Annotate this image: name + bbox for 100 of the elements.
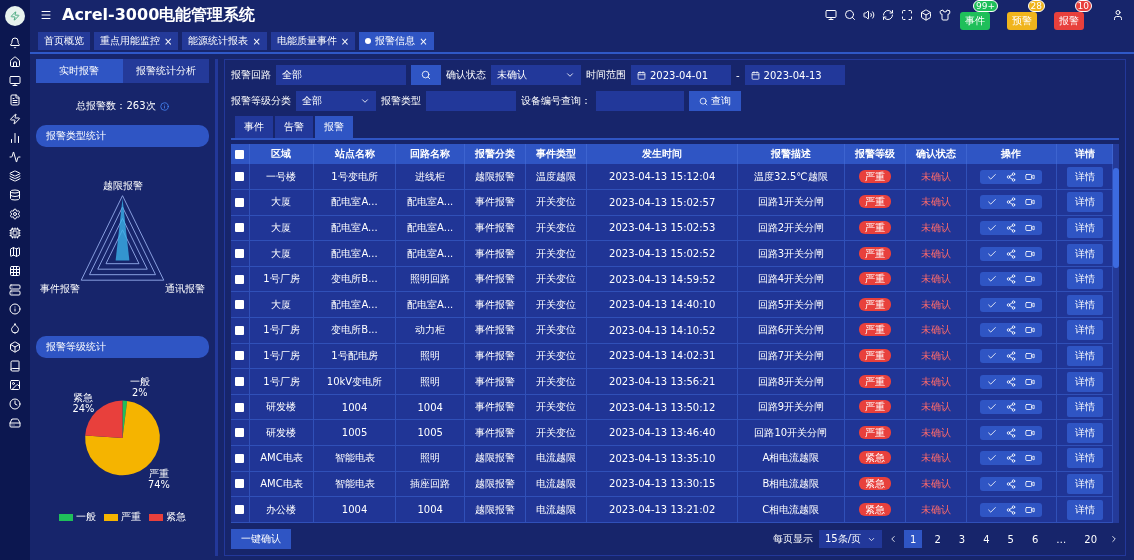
share-icon[interactable] xyxy=(1006,376,1017,387)
nav-icon[interactable] xyxy=(9,189,21,201)
refresh-icon[interactable] xyxy=(882,9,894,21)
nav-icon[interactable] xyxy=(9,284,21,296)
shirt-icon[interactable] xyxy=(939,9,951,21)
confirm-select[interactable]: 未确认 xyxy=(491,65,581,85)
panel-tab[interactable]: 实时报警 xyxy=(36,59,123,83)
check-icon[interactable] xyxy=(987,504,998,515)
page-button[interactable]: 4 xyxy=(977,530,996,548)
check-icon[interactable] xyxy=(987,427,998,438)
share-icon[interactable] xyxy=(1006,427,1017,438)
date-field[interactable]: 2023-04-01 xyxy=(631,65,731,85)
video-icon[interactable] xyxy=(1025,171,1036,182)
filter-tab[interactable]: 报警 xyxy=(315,116,353,138)
nav-icon[interactable] xyxy=(9,417,21,429)
share-icon[interactable] xyxy=(1006,453,1017,464)
video-icon[interactable] xyxy=(1025,248,1036,259)
page-button[interactable]: 2 xyxy=(928,530,947,548)
scrollbar[interactable] xyxy=(1113,144,1119,523)
detail-button[interactable]: 详情 xyxy=(1066,448,1103,469)
share-icon[interactable] xyxy=(1006,223,1017,233)
video-icon[interactable] xyxy=(1025,274,1036,285)
video-icon[interactable] xyxy=(1025,197,1036,208)
search-button[interactable] xyxy=(411,65,441,85)
nav-icon[interactable] xyxy=(9,151,21,163)
confirm-all-button[interactable]: 一键确认 xyxy=(231,529,291,549)
page-tab[interactable]: 重点用能监控 × xyxy=(94,32,179,50)
check-icon[interactable] xyxy=(987,171,998,182)
row-checkbox[interactable] xyxy=(235,274,245,284)
detail-button[interactable]: 详情 xyxy=(1066,269,1103,290)
page-size-select[interactable]: 15条/页 xyxy=(818,530,882,548)
video-icon[interactable] xyxy=(1025,478,1036,489)
page-button[interactable]: 6 xyxy=(1025,530,1045,548)
row-checkbox[interactable] xyxy=(235,351,245,361)
share-icon[interactable] xyxy=(1006,504,1017,515)
video-icon[interactable] xyxy=(1025,402,1036,413)
video-icon[interactable] xyxy=(1025,376,1036,387)
nav-icon[interactable] xyxy=(9,94,21,106)
cube-icon[interactable] xyxy=(920,9,932,21)
detail-button[interactable]: 详情 xyxy=(1066,243,1103,264)
row-checkbox[interactable] xyxy=(235,377,245,387)
nav-icon[interactable] xyxy=(9,113,21,125)
video-icon[interactable] xyxy=(1025,299,1036,310)
video-icon[interactable] xyxy=(1025,504,1036,515)
row-checkbox[interactable] xyxy=(235,197,245,207)
video-icon[interactable] xyxy=(1025,427,1036,438)
filter-tab[interactable]: 事件 xyxy=(235,116,273,138)
detail-button[interactable]: 详情 xyxy=(1066,294,1103,315)
nav-icon[interactable] xyxy=(9,37,21,49)
date-field[interactable]: 2023-04-13 xyxy=(744,65,845,85)
page-button[interactable]: 20 xyxy=(1078,530,1103,548)
screen-icon[interactable] xyxy=(825,9,837,21)
row-checkbox[interactable] xyxy=(235,428,245,438)
row-checkbox[interactable] xyxy=(235,505,245,515)
row-checkbox[interactable] xyxy=(235,249,245,259)
row-checkbox[interactable] xyxy=(235,325,245,335)
row-checkbox[interactable] xyxy=(235,172,245,182)
video-icon[interactable] xyxy=(1025,223,1036,233)
detail-button[interactable]: 详情 xyxy=(1066,422,1103,443)
type-field[interactable] xyxy=(426,91,516,111)
nav-icon[interactable] xyxy=(9,265,21,277)
alert-badge[interactable]: 报警 xyxy=(1054,11,1084,30)
page-tab[interactable]: 能源统计报表 × xyxy=(182,32,267,50)
check-icon[interactable] xyxy=(987,248,998,259)
next-page-icon[interactable] xyxy=(1109,534,1119,544)
check-icon[interactable] xyxy=(987,299,998,310)
detail-button[interactable]: 详情 xyxy=(1066,473,1103,494)
nav-icon[interactable] xyxy=(9,170,21,182)
page-button[interactable]: 3 xyxy=(952,530,972,548)
nav-icon[interactable] xyxy=(9,322,21,334)
share-icon[interactable] xyxy=(1006,299,1017,310)
page-button[interactable]: 1 xyxy=(904,530,923,548)
speaker-icon[interactable] xyxy=(863,9,875,21)
nav-icon[interactable] xyxy=(9,303,21,315)
page-tab[interactable]: 报警信息 × xyxy=(359,32,434,50)
previous-page-icon[interactable] xyxy=(888,534,898,544)
nav-icon[interactable] xyxy=(9,56,21,68)
video-icon[interactable] xyxy=(1025,325,1036,336)
check-icon[interactable] xyxy=(987,453,998,464)
share-icon[interactable] xyxy=(1006,248,1017,259)
user-icon[interactable] xyxy=(1112,9,1124,21)
info-icon[interactable] xyxy=(159,101,169,111)
check-icon[interactable] xyxy=(987,376,998,387)
select-all-checkbox[interactable] xyxy=(235,149,245,159)
search-icon[interactable] xyxy=(844,9,856,21)
nav-icon[interactable] xyxy=(9,246,21,258)
check-icon[interactable] xyxy=(987,274,998,285)
detail-button[interactable]: 详情 xyxy=(1066,166,1103,187)
filter-tab[interactable]: 告警 xyxy=(275,116,313,138)
nav-icon[interactable] xyxy=(9,75,21,87)
video-icon[interactable] xyxy=(1025,453,1036,464)
nav-icon[interactable] xyxy=(9,227,21,239)
row-checkbox[interactable] xyxy=(235,300,245,310)
row-checkbox[interactable] xyxy=(235,402,245,412)
share-icon[interactable] xyxy=(1006,171,1017,182)
check-icon[interactable] xyxy=(987,197,998,208)
check-icon[interactable] xyxy=(987,325,998,336)
check-icon[interactable] xyxy=(987,350,998,361)
row-checkbox[interactable] xyxy=(235,223,245,233)
circuit-field[interactable]: 全部 xyxy=(276,65,406,85)
